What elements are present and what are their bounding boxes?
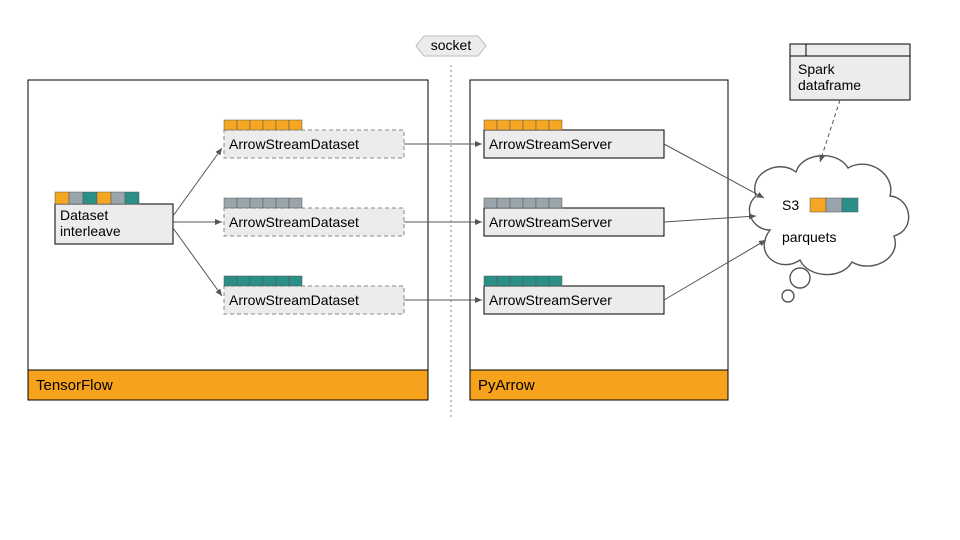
arrow-interleave-ds3 bbox=[173, 228, 222, 296]
svg-text:ArrowStreamServer: ArrowStreamServer bbox=[489, 136, 612, 152]
dataset-2-colorbar bbox=[224, 198, 302, 208]
socket-label-box: socket bbox=[416, 36, 486, 56]
s3-label: S3 bbox=[782, 197, 799, 213]
parquets-label: parquets bbox=[782, 229, 836, 245]
dataset-interleave-box: Dataset interleave bbox=[55, 192, 173, 244]
svg-text:ArrowStreamDataset: ArrowStreamDataset bbox=[229, 136, 359, 152]
arrow-srv2-cloud bbox=[664, 216, 756, 222]
arrow-srv3-cloud bbox=[664, 240, 766, 300]
arrow-srv1-cloud bbox=[664, 144, 764, 198]
arrow-spark-cloud bbox=[820, 100, 840, 162]
svg-text:ArrowStreamServer: ArrowStreamServer bbox=[489, 292, 612, 308]
socket-label: socket bbox=[431, 37, 472, 53]
svg-text:ArrowStreamDataset: ArrowStreamDataset bbox=[229, 292, 359, 308]
spark-dataframe-box: Spark dataframe bbox=[790, 44, 910, 100]
arrowstreamdataset-3: ArrowStreamDataset bbox=[224, 276, 404, 314]
arrowstreamdataset-1: ArrowStreamDataset bbox=[224, 120, 404, 158]
tensorflow-title: TensorFlow bbox=[36, 377, 113, 394]
arrowstreamdataset-2: ArrowStreamDataset bbox=[224, 198, 404, 236]
interleave-colorbar bbox=[55, 192, 139, 204]
server-3-colorbar bbox=[484, 276, 562, 286]
svg-text:ArrowStreamDataset: ArrowStreamDataset bbox=[229, 214, 359, 230]
dataset-3-colorbar bbox=[224, 276, 302, 286]
arrowstreamserver-2: ArrowStreamServer bbox=[484, 198, 664, 236]
s3-colorbar bbox=[810, 198, 858, 212]
server-2-colorbar bbox=[484, 198, 562, 208]
pyarrow-title: PyArrow bbox=[478, 377, 535, 394]
arrowstreamserver-1: ArrowStreamServer bbox=[484, 120, 664, 158]
dataset-1-colorbar bbox=[224, 120, 302, 130]
arrow-interleave-ds1 bbox=[173, 148, 222, 216]
server-1-colorbar bbox=[484, 120, 562, 130]
s3-parquets-cloud: S3 parquets bbox=[749, 156, 908, 302]
svg-text:ArrowStreamServer: ArrowStreamServer bbox=[489, 214, 612, 230]
dataset-interleave-label: Dataset interleave bbox=[60, 207, 121, 239]
arrowstreamserver-3: ArrowStreamServer bbox=[484, 276, 664, 314]
